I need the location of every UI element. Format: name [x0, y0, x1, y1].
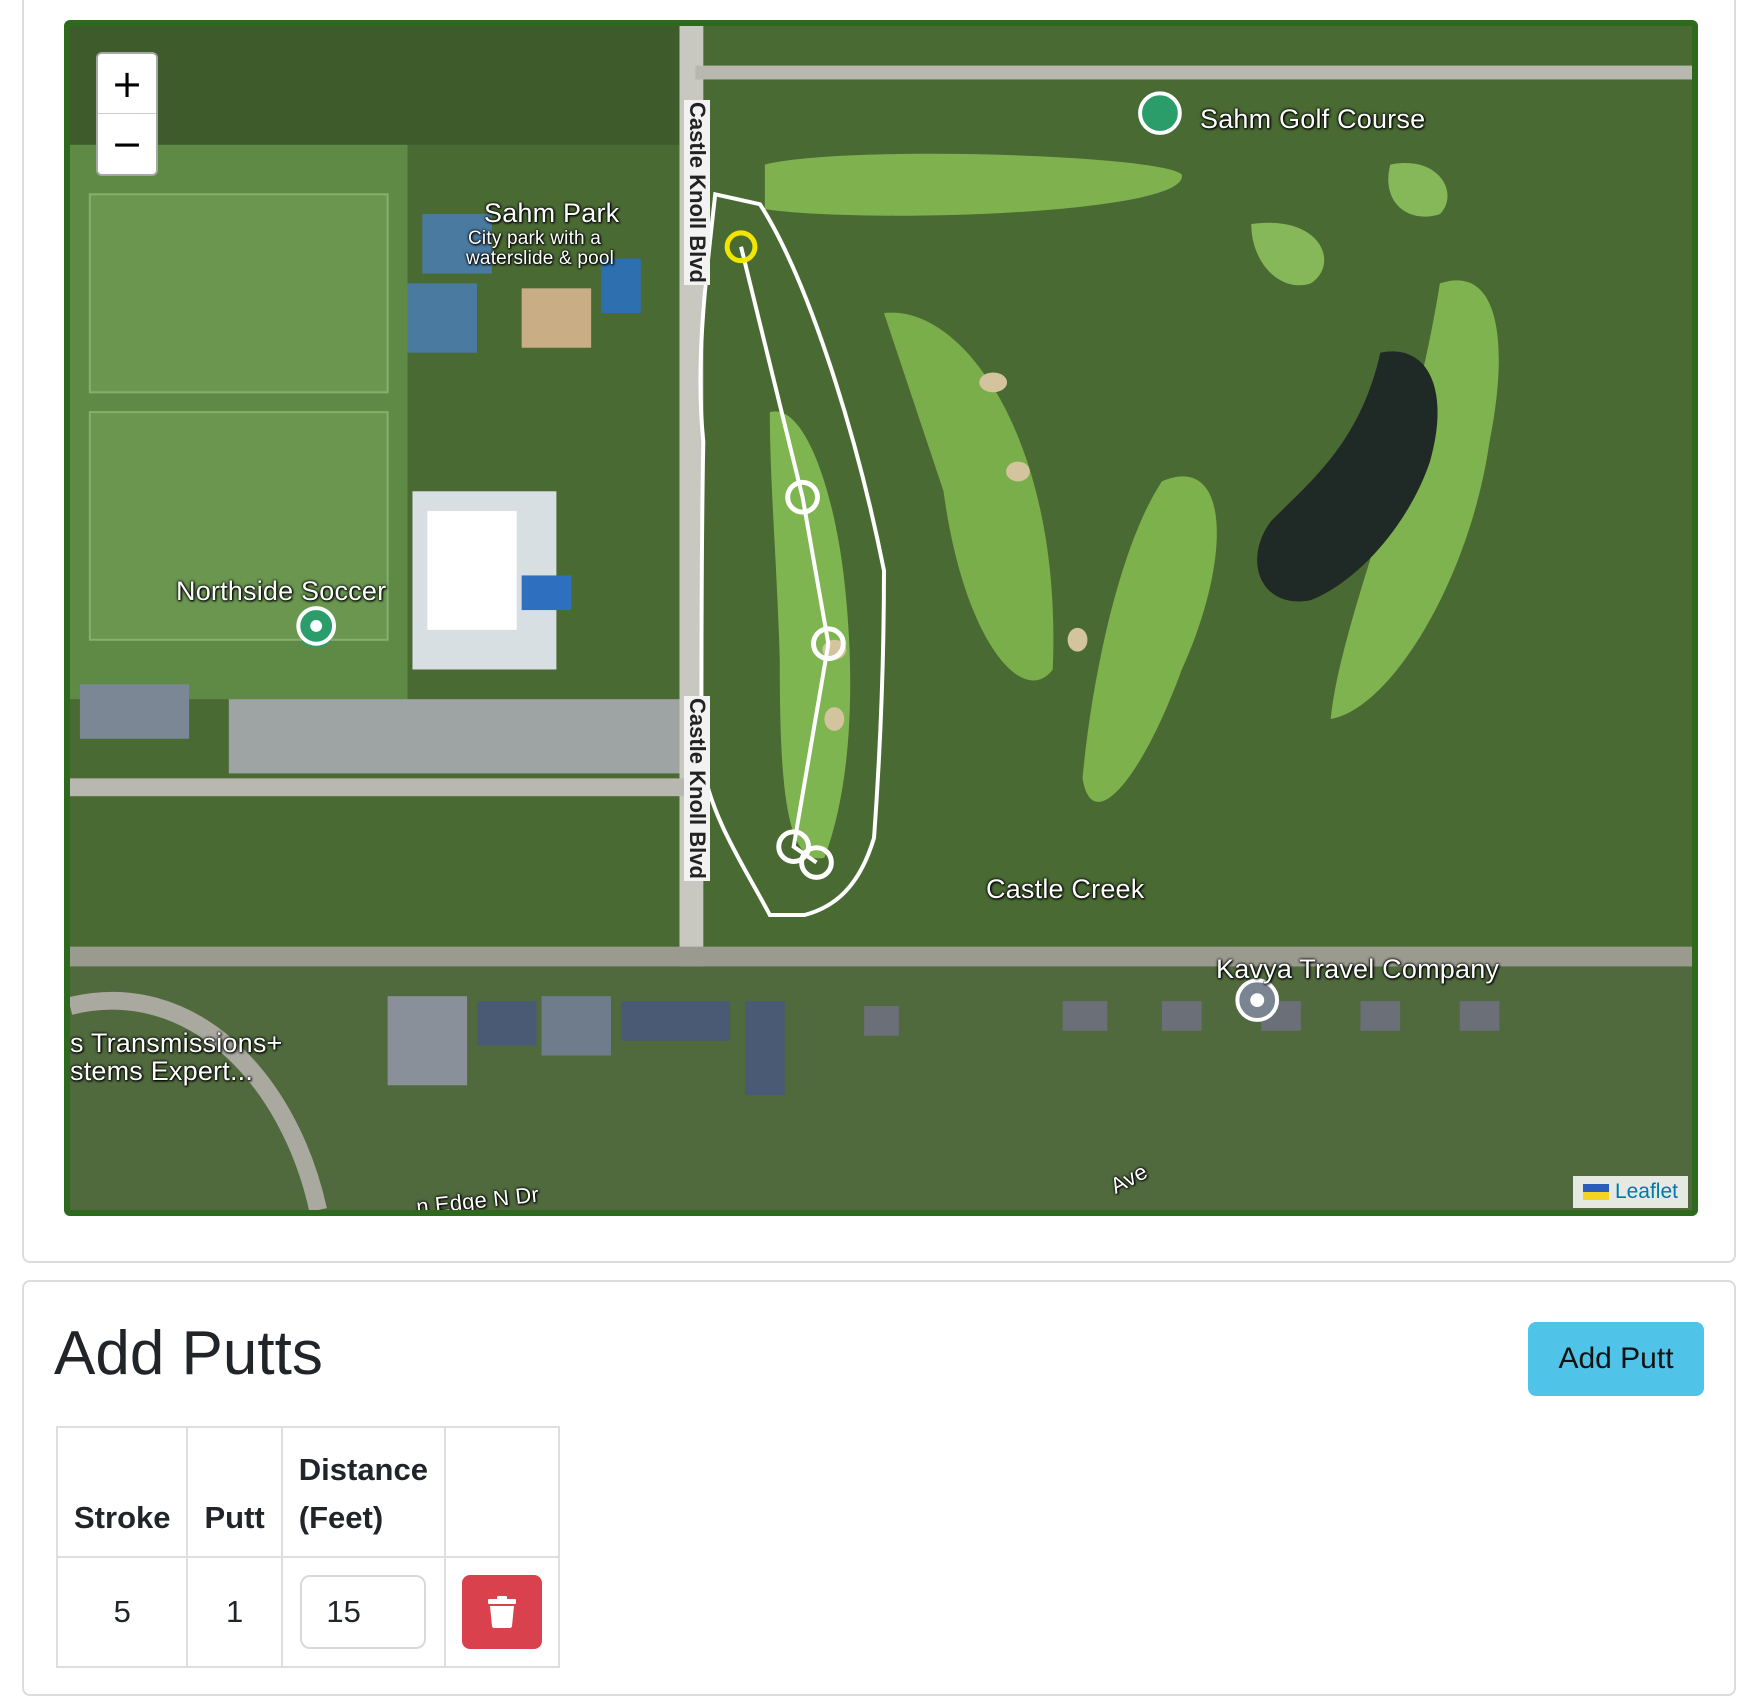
ukraine-flag-icon: [1582, 1184, 1609, 1200]
putt-header: Putt: [186, 1426, 283, 1558]
travel-label: Kavya Travel Company: [1216, 954, 1500, 984]
transmissions-label-2: stems Expert...: [70, 1056, 254, 1086]
road-label-bottom: Castle Knoll Blvd: [684, 696, 710, 881]
zoom-in-button[interactable]: +: [98, 54, 156, 114]
golf-pin: [1138, 91, 1182, 135]
table-row: 5 1: [55, 1556, 560, 1668]
actions-header: [443, 1426, 560, 1558]
add-putt-button[interactable]: Add Putt: [1528, 1322, 1704, 1396]
road-label-top: Castle Knoll Blvd: [684, 100, 710, 285]
putts-table: Stroke Putt Distance (Feet) 5 1: [55, 1426, 560, 1668]
map-card: Sahm Park City park with a waterslide & …: [22, 0, 1736, 1263]
hole-map[interactable]: Sahm Park City park with a waterslide & …: [64, 20, 1698, 1216]
park-sublabel-1: City park with a: [468, 228, 602, 249]
transmissions-label-1: s Transmissions+: [70, 1028, 283, 1058]
park-label: Sahm Park: [484, 198, 620, 228]
delete-cell: [443, 1556, 560, 1668]
zoom-out-button[interactable]: −: [98, 114, 156, 174]
hole-overlay: [296, 91, 1280, 1022]
golf-course-label: Sahm Golf Course: [1200, 104, 1426, 134]
soccer-label: Northside Soccer: [176, 576, 387, 606]
park-sublabel-2: waterslide & pool: [466, 248, 615, 269]
hole-boundary: [698, 191, 886, 917]
zoom-control: + −: [96, 52, 158, 176]
distance-header: Distance (Feet): [280, 1426, 446, 1558]
table-header-row: Stroke Putt Distance (Feet): [55, 1426, 560, 1558]
creek-label: Castle Creek: [986, 874, 1145, 904]
distance-input[interactable]: [300, 1575, 427, 1649]
delete-putt-button[interactable]: [461, 1575, 542, 1649]
putts-title: Add Putts: [54, 1319, 323, 1388]
stroke-cell: 5: [55, 1556, 189, 1668]
trash-icon: [487, 1596, 516, 1628]
shot-path: [739, 246, 831, 865]
map-attribution: Leaflet: [1572, 1176, 1688, 1208]
putt-cell: 1: [186, 1556, 283, 1668]
putts-card: Add Putts Add Putt Stroke Putt Distance(…: [22, 1280, 1736, 1696]
leaflet-link[interactable]: Leaflet: [1615, 1180, 1678, 1204]
distance-cell: [280, 1556, 446, 1668]
stroke-header: Stroke: [55, 1426, 189, 1558]
